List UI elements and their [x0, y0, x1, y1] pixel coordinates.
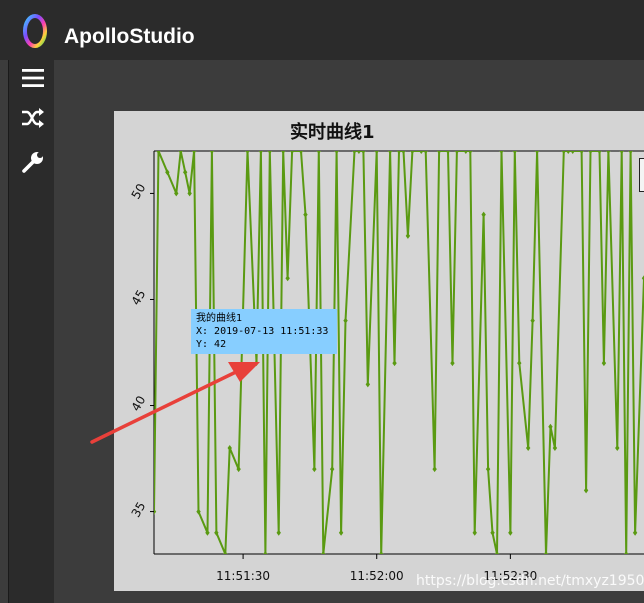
x-tick-label: 11:51:30 [216, 569, 270, 583]
x-tick-label: 11:52:00 [350, 569, 404, 583]
y-tick-label: 35 [129, 499, 149, 519]
realtime-chart[interactable]: 3540455011:51:30 11:52:00 11:52:30 [0, 0, 644, 603]
y-tick-label: 40 [129, 393, 149, 413]
y-tick-label: 50 [129, 181, 149, 201]
watermark-text: https://blog.csdn.net/tmxyz1950 [416, 573, 644, 589]
tooltip-x-value: X: 2019-07-13 11:51:33 [196, 326, 329, 337]
legend-box [639, 158, 644, 192]
tooltip-y-value: Y: 42 [196, 339, 227, 350]
y-tick-label: 45 [129, 287, 149, 307]
data-tooltip: 我的曲线1 X: 2019-07-13 11:51:33 Y: 42 [191, 309, 337, 354]
tooltip-series-name: 我的曲线1 [196, 313, 243, 324]
